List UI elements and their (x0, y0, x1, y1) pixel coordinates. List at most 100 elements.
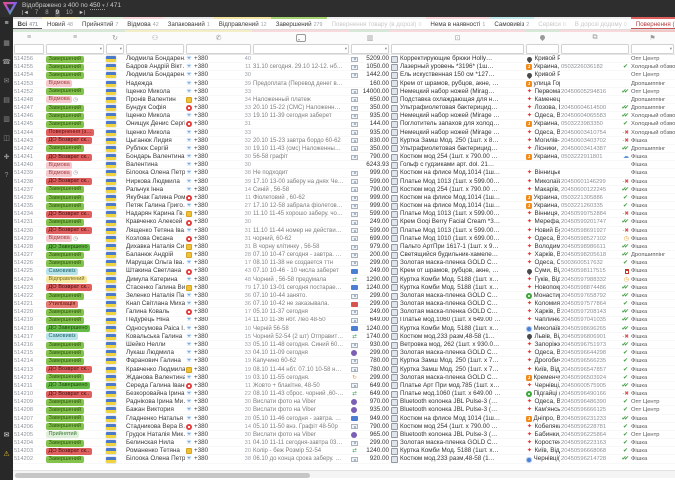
table-row[interactable]: 514211ДО ЗавершеноСереда Галина Івані…+3… (13, 382, 675, 390)
table-row[interactable]: 514209ЗавершенийРаднікова Ірина Ми…✳+380… (13, 398, 675, 406)
tab-всі[interactable]: Всі471 (13, 17, 42, 30)
page-button[interactable]: 8 (44, 10, 49, 17)
table-row[interactable]: 514213ДО Возврат ск..Кравченко Людмила+3… (13, 366, 675, 374)
table-row[interactable]: 514228ДО ЗавершеноДихавка Наталія Си…+38… (13, 243, 675, 251)
column-header-tracking[interactable]: ⧉ (560, 30, 630, 43)
table-row[interactable]: 514224ВідправленийДимула Катерина✳+38048… (13, 276, 675, 284)
table-row[interactable]: 514231ЗавершенийКравченко Алексей+380302… (13, 218, 675, 226)
table-row[interactable]: 514245ЗавершенийОнищук Денис Сергі…+3803… (13, 120, 675, 128)
tab-завершений[interactable]: Завершений279 (271, 17, 327, 30)
table-row[interactable]: 514246ЗавершенийІщенко Микола✳+3803319.1… (13, 112, 675, 120)
chevron-down-icon[interactable]: ▾ (120, 46, 122, 52)
table-row[interactable]: 514227ЗавершенийБаланюк Андрій+3802807.1… (13, 251, 675, 259)
tab-новий[interactable]: Новий48 (42, 17, 77, 30)
table-row[interactable]: 514214ЗавершенийФаранович Галина✳+38019К… (13, 357, 675, 365)
dashboard-icon[interactable]: ▦ (0, 36, 13, 49)
table-row[interactable]: 514235ЗавершенийПетяк Галина Григо…✳+380… (13, 202, 675, 210)
app-logo-icon[interactable] (3, 1, 17, 15)
mail-icon[interactable]: ✉ (0, 74, 13, 87)
filter-input-tracking[interactable] (561, 44, 629, 54)
last-page-button[interactable]: ►| (79, 10, 86, 16)
table-row[interactable]: 514253ВідмоваНадежда✳+38039Предоплата (П… (13, 80, 675, 88)
table-row[interactable]: 514204ЗавершенийБелинская Нила✳+3803104.… (13, 439, 675, 447)
table-row[interactable]: 514230ДО Возврат ск..Лященко Тетяна Іва…… (13, 227, 675, 235)
chevron-down-icon[interactable]: ▾ (385, 46, 387, 52)
filter-input-phone[interactable] (186, 44, 251, 54)
stats-icon[interactable]: ◫ (0, 131, 13, 144)
table-row[interactable]: 514234ДО Возврат ск..Надарян Карина Гв…+… (13, 210, 675, 218)
column-header-payment[interactable]: ▥ (350, 30, 390, 43)
table-row[interactable]: 514216ЗавершенийШейко Нелли✳+3803305.10 … (13, 341, 675, 349)
column-header-phone[interactable]: ✆ (185, 30, 252, 43)
tab-відправлений[interactable]: Відправлений12 (214, 17, 271, 30)
filter-input-client[interactable] (126, 44, 184, 54)
range-to-dropdown[interactable]: 450 ▾ (90, 2, 105, 10)
tab-повернення-[interactable]: Повернення ( (631, 17, 675, 30)
calls-icon[interactable]: ☎ (0, 55, 13, 68)
table-row[interactable]: 514252ЗавершенийІщенко Микола✳+380331400… (13, 88, 675, 96)
reports-icon[interactable]: ▥ (0, 112, 13, 125)
tab-в-дорозі-додому[interactable]: В дорозі додому0 (570, 17, 631, 30)
table-row[interactable]: 514255ЗавершенийБадров Андрій Вікт…✳+380… (13, 63, 675, 71)
table-row[interactable]: 514244Повернення (з…Іщенко Микола✳+38033… (13, 129, 675, 137)
table-row[interactable]: 514219ЗавершенийПедурець Ніна✳+3801411.1… (13, 317, 675, 325)
tab-нема-в-наявності[interactable]: Нема в наявності1 (426, 17, 490, 30)
filter-input-city[interactable] (526, 44, 559, 54)
filter-input-id[interactable] (14, 44, 44, 54)
table-row[interactable]: 514218ДО ЗавершеноОдносумова Раіса І…✳+3… (13, 325, 675, 333)
table-row[interactable]: 514223ДО Возврат ск..Стасенко Галина Ви…… (13, 284, 675, 292)
table-row[interactable]: 514243ДО Возврат ск..Цыганюк Лидия✳+3803… (13, 137, 675, 145)
table-row[interactable]: 514220ЗавершенийГалина Коваль+3801705.10… (13, 308, 675, 316)
warning-icon[interactable]: ⚠ (0, 447, 13, 460)
table-row[interactable]: 514221УтилізаціяКнап Світлана Миха…✳+380… (13, 300, 675, 308)
add-icon[interactable]: ✚ (0, 150, 13, 163)
orders-icon[interactable]: ▤ (0, 93, 13, 106)
table-row[interactable]: 514238ДО Возврат ск..Ниркова Людмила✳+38… (13, 178, 675, 186)
page-button[interactable]: 9 (55, 10, 60, 17)
page-button[interactable]: 10 (65, 10, 74, 17)
help-icon[interactable]: ? (0, 169, 13, 182)
table-row[interactable]: 514222ЗавершенийЗеленко Наталія Па…✳+380… (13, 292, 675, 300)
filter-input-payment[interactable]: ▾ (351, 44, 389, 54)
page-button[interactable]: 7 (34, 10, 39, 17)
chevron-down-icon[interactable]: ▾ (345, 46, 347, 52)
table-row[interactable]: 514203ДО Возврат ск..Романенко Тетяна+38… (13, 447, 675, 455)
table-row[interactable]: 514205ПрийнятийГрудок Наталія Мик…✳+3803… (13, 431, 675, 439)
column-header-status[interactable]: ≡ (45, 30, 105, 43)
table-row[interactable]: 514241ДО Возврат ск..Бондарь Валентина…✳… (13, 153, 675, 161)
tab-відмова[interactable]: Відмова42 (123, 17, 163, 30)
table-row[interactable]: 514247ЗавершенийБундук Софія+3803320.10 … (13, 104, 675, 112)
filter-input-status[interactable]: ▾ (46, 44, 104, 54)
scrollbar-thumb[interactable] (15, 473, 310, 478)
column-header-client[interactable]: ⚇ (125, 30, 185, 43)
column-header-id[interactable]: ≡ (13, 30, 45, 43)
table-row[interactable]: 514225СамовивізШтакина Светлана+3804307.… (13, 267, 675, 275)
first-page-button[interactable]: |◄ (22, 10, 29, 16)
chevron-down-icon[interactable]: ▾ (670, 46, 672, 52)
table-row[interactable]: 514206ЗавершенийСтадникова Вера В…+38014… (13, 423, 675, 431)
column-header-comment[interactable] (252, 30, 350, 43)
tab-прийнятий[interactable]: Прийнятий7 (78, 17, 123, 30)
table-row[interactable]: 514242ЗавершенийРублюк Сергій✳+3803019.1… (13, 145, 675, 153)
column-header-city[interactable] (525, 30, 560, 43)
tab-запакований[interactable]: Запакований1 (163, 17, 214, 30)
table-row[interactable]: 514208ЗавершенийБажан Виктория✳+38030Вис… (13, 406, 675, 414)
table-row[interactable]: 514226ЗавершенийМарущак Ольга Іва…✳+3801… (13, 259, 675, 267)
tab-самовивіз[interactable]: Самовивіз2 (490, 17, 534, 30)
table-row[interactable]: 514207ЗавершенийГладненко Наталья …✳+380… (13, 415, 675, 423)
tab-повернення-товару-в-дорозі-[interactable]: Повернення товару (в дорозі)0 (327, 17, 426, 30)
table-row[interactable]: 514212ЗавершенийЖданова Валентина✳+38019… (13, 374, 675, 382)
filter-input-country[interactable]: ▾ (106, 44, 124, 54)
table-row[interactable]: 514229Відмова◷Козлова Оксана+38031чорний… (13, 235, 675, 243)
column-header-product[interactable]: ⊡ (390, 30, 525, 43)
filter-input-source[interactable]: ▾ (631, 44, 674, 54)
table-row[interactable]: 514248Відмова◷Пронів Валентин+38034Налож… (13, 96, 675, 104)
table-row[interactable]: 514236ЗавершенийЯкубчак Галина Ром…+3801… (13, 194, 675, 202)
table-row[interactable]: 514237ЗавершенийРальчук Інна✳+38014Синій… (13, 186, 675, 194)
table-row[interactable]: 514256ЗавершенийЛюдмила Бондарен…✳+38040… (13, 55, 675, 63)
table-row[interactable]: 514254ЗавершенийЛюдмила Бондарен…✳+38030… (13, 71, 675, 79)
table-row[interactable]: 514239Відмова◷Білоока Олена Петр…✳+38038… (13, 169, 675, 177)
chevron-down-icon[interactable]: ▾ (100, 46, 102, 52)
filter-input-product[interactable] (391, 44, 524, 54)
menu-icon[interactable]: ≡ (0, 17, 13, 30)
